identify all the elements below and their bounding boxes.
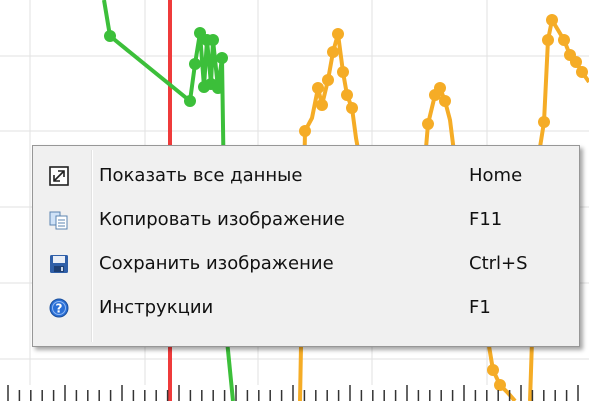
menu-item-label: Сохранить изображение xyxy=(99,253,334,274)
save-disk-icon xyxy=(49,254,69,274)
menu-item-show-all-data[interactable]: Показать все данные Home xyxy=(36,154,576,198)
menu-item-copy-image[interactable]: Копировать изображение F11 xyxy=(36,198,576,242)
menu-item-shortcut: Home xyxy=(469,165,523,186)
menu-item-label: Копировать изображение xyxy=(99,209,345,230)
copy-image-icon xyxy=(49,210,69,230)
help-icon: ? xyxy=(49,298,69,318)
menu-item-label: Показать все данные xyxy=(99,165,303,186)
svg-text:?: ? xyxy=(56,302,63,316)
menu-item-save-image[interactable]: Сохранить изображение Ctrl+S xyxy=(36,242,576,286)
menu-item-shortcut: Ctrl+S xyxy=(469,253,528,274)
fit-all-icon xyxy=(49,166,69,186)
menu-item-instructions[interactable]: ? Инструкции F1 xyxy=(36,286,576,330)
menu-item-label: Инструкции xyxy=(99,297,214,318)
context-menu: Показать все данные Home Копировать изоб… xyxy=(32,145,580,347)
menu-item-shortcut: F11 xyxy=(469,209,503,230)
menu-item-shortcut: F1 xyxy=(469,297,491,318)
